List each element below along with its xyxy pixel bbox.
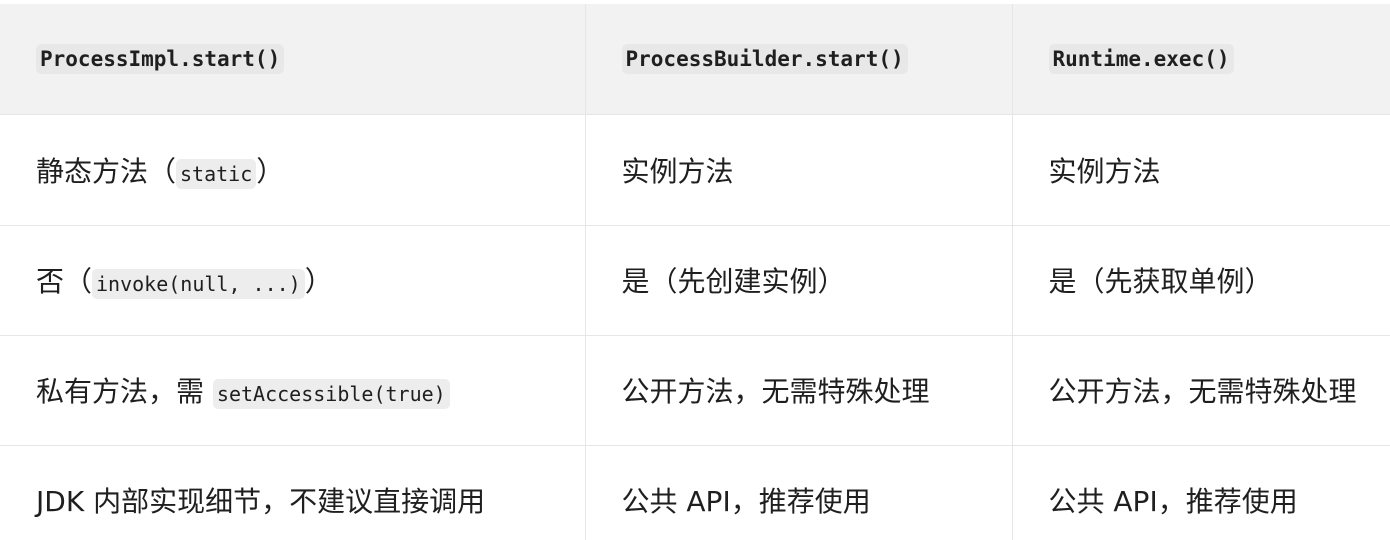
table-row: 静态方法（ static） 实例方法 实例方法 bbox=[0, 113, 1390, 226]
cell-code: setAccessible(true) bbox=[212, 379, 450, 409]
table-cell: 实例方法 bbox=[1011, 113, 1390, 226]
table-cell: 静态方法（ static） bbox=[0, 113, 586, 226]
table-cell: 公开方法，无需特殊处理 bbox=[584, 334, 1013, 446]
cell-text: ） bbox=[304, 265, 333, 298]
table-header-row: ProcessImpl.start() ProcessBuilder.start… bbox=[0, 4, 1390, 115]
header-code: Runtime.exec() bbox=[1048, 43, 1234, 74]
cell-text: 静态方法（ bbox=[36, 154, 177, 188]
cell-text: ） bbox=[256, 154, 285, 188]
table-cell: 否（ invoke(null, ...)） bbox=[0, 224, 586, 336]
table-cell: 公开方法，无需特殊处理 bbox=[1011, 334, 1390, 446]
header-process-impl: ProcessImpl.start() bbox=[0, 4, 586, 115]
table-cell: 是（先创建实例） bbox=[584, 224, 1013, 336]
cell-text: 私有方法，需 bbox=[36, 375, 213, 408]
table-cell: 公共 API，推荐使用 bbox=[584, 444, 1013, 540]
header-runtime-exec: Runtime.exec() bbox=[1011, 4, 1390, 115]
table-cell: 私有方法，需 setAccessible(true) bbox=[0, 334, 586, 446]
table-cell: 是（先获取单例） bbox=[1011, 224, 1390, 336]
table-row: 否（ invoke(null, ...)） 是（先创建实例） 是（先获取单例） bbox=[0, 224, 1390, 336]
cell-text: 否（ bbox=[36, 265, 93, 298]
table-row: JDK 内部实现细节，不建议直接调用 公共 API，推荐使用 公共 API，推荐… bbox=[0, 444, 1390, 540]
cell-code: invoke(null, ...) bbox=[92, 269, 305, 299]
header-code: ProcessBuilder.start() bbox=[621, 43, 908, 74]
table-row: 私有方法，需 setAccessible(true) 公开方法，无需特殊处理 公… bbox=[0, 334, 1390, 446]
cell-code: static bbox=[176, 158, 257, 189]
comparison-table-container: ProcessImpl.start() ProcessBuilder.start… bbox=[0, 4, 1390, 540]
header-code: ProcessImpl.start() bbox=[36, 43, 285, 74]
table-cell: 公共 API，推荐使用 bbox=[1011, 444, 1390, 540]
header-process-builder: ProcessBuilder.start() bbox=[584, 4, 1013, 115]
table-cell: 实例方法 bbox=[584, 113, 1013, 226]
comparison-table: ProcessImpl.start() ProcessBuilder.start… bbox=[0, 4, 1390, 540]
table-cell: JDK 内部实现细节，不建议直接调用 bbox=[0, 444, 586, 540]
